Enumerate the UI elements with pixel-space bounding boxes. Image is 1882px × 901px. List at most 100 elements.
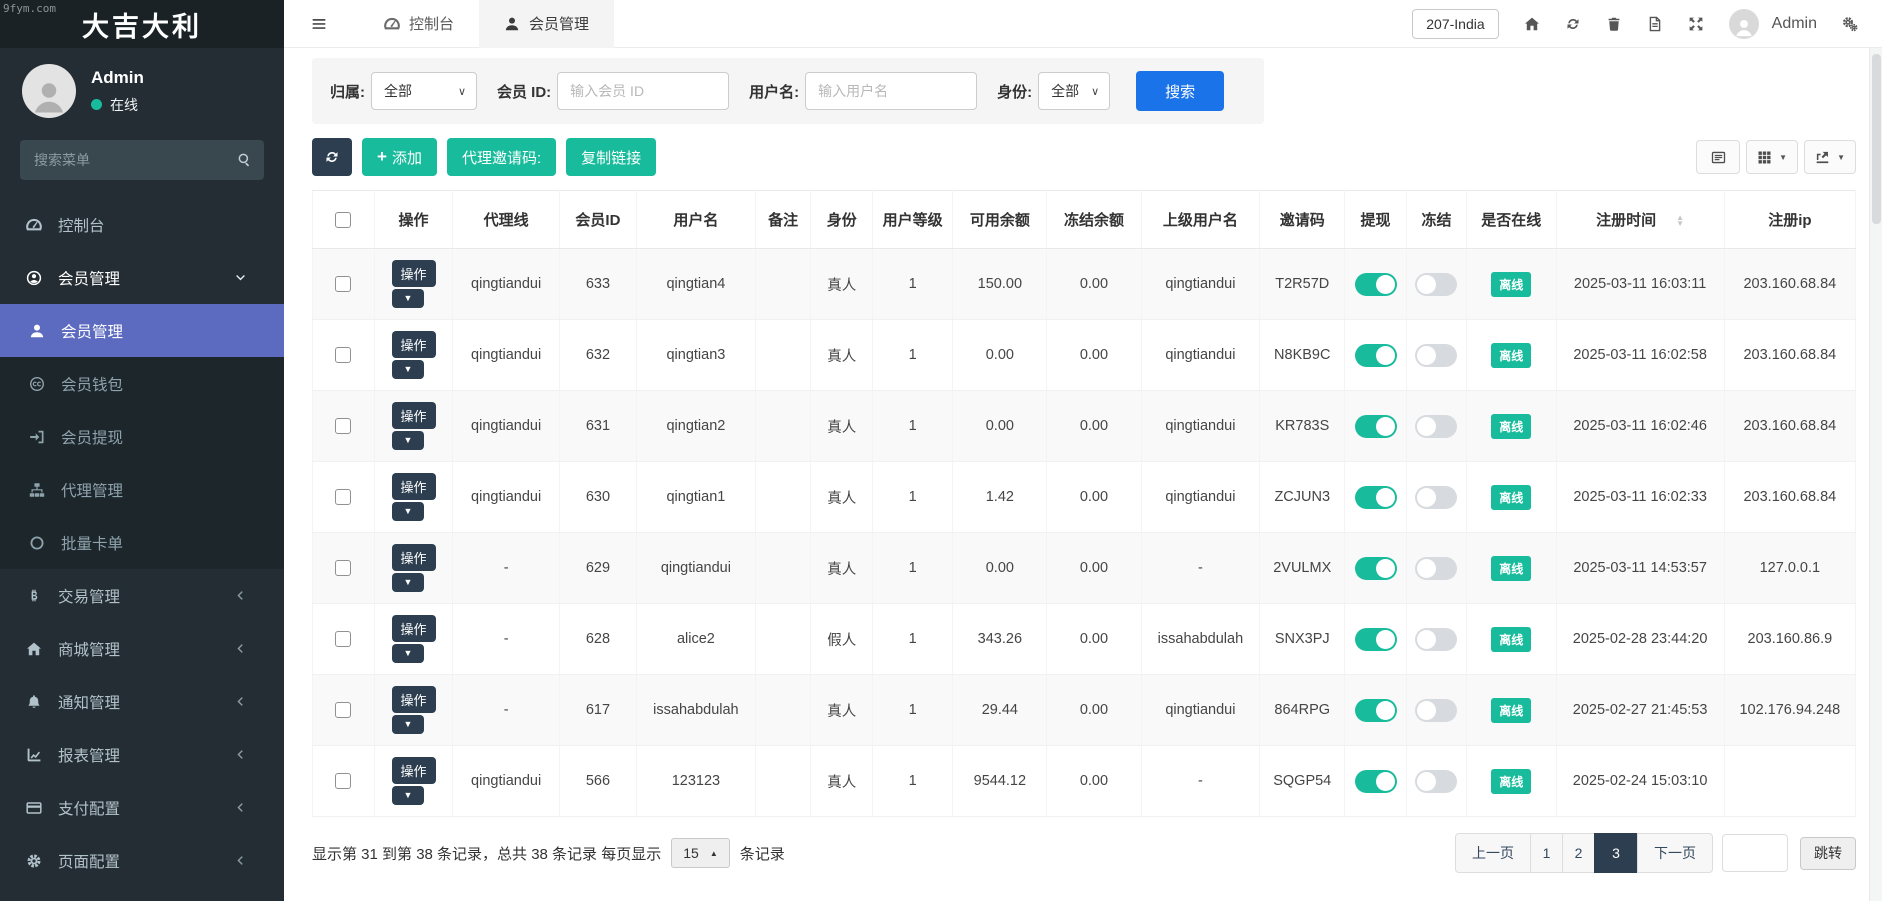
freeze-toggle[interactable] — [1415, 344, 1457, 367]
withdraw-toggle[interactable] — [1355, 415, 1397, 438]
row-action-button[interactable]: 操作 — [392, 402, 436, 429]
refresh-table-button[interactable] — [312, 138, 352, 176]
row-checkbox[interactable] — [335, 276, 351, 292]
settings-cogs-icon[interactable] — [1842, 16, 1858, 32]
freeze-toggle[interactable] — [1415, 415, 1457, 438]
columns-button[interactable]: ▼ — [1746, 140, 1798, 174]
row-action-button[interactable]: 操作 — [392, 331, 436, 358]
copy-link-button[interactable]: 复制链接 — [566, 138, 656, 176]
row-checkbox[interactable] — [335, 773, 351, 789]
sidebar-item-page-config[interactable]: 页面配置 — [0, 834, 284, 887]
next-page-button[interactable]: 下一页 — [1637, 833, 1713, 873]
column-header[interactable]: 冻结 — [1406, 191, 1466, 249]
sidebar-item-member-withdraw[interactable]: 会员提现 — [0, 410, 284, 463]
freeze-toggle[interactable] — [1415, 557, 1457, 580]
row-action-button[interactable]: 操作 — [392, 757, 436, 784]
column-header[interactable]: 注册ip — [1724, 191, 1855, 249]
freeze-toggle[interactable] — [1415, 699, 1457, 722]
column-header[interactable]: 用户等级 — [873, 191, 953, 249]
owner-select[interactable]: 全部 ∨ — [371, 72, 477, 110]
sidebar-item-batch-card-order[interactable]: 批量卡单 — [0, 516, 284, 569]
row-action-caret[interactable]: ▼ — [392, 644, 425, 663]
home-icon[interactable] — [1524, 16, 1540, 32]
column-header[interactable]: 提现 — [1345, 191, 1407, 249]
row-checkbox[interactable] — [335, 418, 351, 434]
row-checkbox[interactable] — [335, 702, 351, 718]
withdraw-toggle[interactable] — [1355, 486, 1397, 509]
sidebar-item-member-manage-group[interactable]: 会员管理 — [0, 251, 284, 304]
column-header[interactable]: 会员ID — [559, 191, 636, 249]
trash-icon[interactable] — [1606, 16, 1622, 32]
page-size-select[interactable]: 15 ▲ — [671, 838, 730, 868]
jump-button[interactable]: 跳转 — [1800, 837, 1856, 870]
region-button[interactable]: 207-India — [1412, 9, 1498, 39]
identity-select[interactable]: 全部 ∨ — [1038, 72, 1110, 110]
column-header[interactable]: 身份 — [811, 191, 873, 249]
row-action-button[interactable]: 操作 — [392, 544, 436, 571]
withdraw-toggle[interactable] — [1355, 344, 1397, 367]
row-action-caret[interactable]: ▼ — [392, 786, 425, 805]
withdraw-toggle[interactable] — [1355, 273, 1397, 296]
row-action-caret[interactable]: ▼ — [392, 573, 425, 592]
freeze-toggle[interactable] — [1415, 273, 1457, 296]
tab-dashboard[interactable]: 控制台 — [359, 0, 479, 48]
column-header[interactable]: 用户名 — [637, 191, 756, 249]
fullscreen-icon[interactable] — [1688, 16, 1704, 32]
row-action-button[interactable]: 操作 — [392, 473, 436, 500]
select-all-checkbox[interactable] — [335, 212, 351, 228]
sidebar-item-dashboard[interactable]: 控制台 — [0, 198, 284, 251]
freeze-toggle[interactable] — [1415, 770, 1457, 793]
language-icon[interactable] — [1647, 16, 1663, 32]
sidebar-item-trade-manage[interactable]: 交易管理 — [0, 569, 284, 622]
column-header[interactable]: 注册时间▲▼ — [1556, 191, 1724, 249]
row-action-caret[interactable]: ▼ — [392, 431, 425, 450]
tab-member-manage[interactable]: 会员管理 — [479, 0, 614, 48]
sidebar-item-payment-config[interactable]: 支付配置 — [0, 781, 284, 834]
search-icon[interactable] — [237, 152, 252, 172]
row-action-button[interactable]: 操作 — [392, 615, 436, 642]
add-member-button[interactable]: +添加 — [362, 138, 437, 176]
member-id-input[interactable] — [557, 72, 729, 110]
refresh-icon[interactable] — [1565, 16, 1581, 32]
freeze-toggle[interactable] — [1415, 486, 1457, 509]
column-header[interactable]: 邀请码 — [1260, 191, 1345, 249]
column-header[interactable]: 备注 — [755, 191, 811, 249]
hamburger-icon[interactable] — [311, 16, 327, 32]
column-header[interactable]: 是否在线 — [1467, 191, 1556, 249]
column-header[interactable]: 操作 — [374, 191, 453, 249]
withdraw-toggle[interactable] — [1355, 557, 1397, 580]
username-input[interactable] — [805, 72, 977, 110]
jump-page-input[interactable] — [1722, 834, 1788, 872]
search-button[interactable]: 搜索 — [1136, 71, 1224, 111]
page-button-2[interactable]: 2 — [1562, 833, 1595, 873]
page-button-1[interactable]: 1 — [1530, 833, 1563, 873]
column-header[interactable]: 可用余额 — [953, 191, 1047, 249]
withdraw-toggle[interactable] — [1355, 699, 1397, 722]
page-button-3[interactable]: 3 — [1594, 833, 1638, 873]
column-header[interactable]: 冻结余额 — [1047, 191, 1141, 249]
row-checkbox[interactable] — [335, 560, 351, 576]
row-action-button[interactable]: 操作 — [392, 260, 436, 287]
sidebar-item-agent-manage[interactable]: 代理管理 — [0, 463, 284, 516]
navbar-avatar[interactable] — [1729, 9, 1759, 39]
row-checkbox[interactable] — [335, 347, 351, 363]
sidebar-item-member-manage[interactable]: 会员管理 — [0, 304, 284, 357]
agent-invite-code-button[interactable]: 代理邀请码: — [447, 138, 556, 176]
column-header[interactable]: 上级用户名 — [1141, 191, 1260, 249]
row-action-button[interactable]: 操作 — [392, 686, 436, 713]
row-checkbox[interactable] — [335, 631, 351, 647]
withdraw-toggle[interactable] — [1355, 770, 1397, 793]
column-header[interactable]: 代理线 — [453, 191, 559, 249]
sidebar-item-mall-manage[interactable]: 商城管理 — [0, 622, 284, 675]
sidebar-item-report-manage[interactable]: 报表管理 — [0, 728, 284, 781]
row-action-caret[interactable]: ▼ — [392, 360, 425, 379]
menu-search-input[interactable] — [20, 140, 264, 180]
row-action-caret[interactable]: ▼ — [392, 289, 425, 308]
prev-page-button[interactable]: 上一页 — [1455, 833, 1531, 873]
row-action-caret[interactable]: ▼ — [392, 502, 425, 521]
withdraw-toggle[interactable] — [1355, 628, 1397, 651]
sort-icon[interactable]: ▲▼ — [1676, 215, 1684, 227]
sidebar-item-notice-manage[interactable]: 通知管理 — [0, 675, 284, 728]
sidebar-item-member-wallet[interactable]: 会员钱包 — [0, 357, 284, 410]
detail-view-button[interactable] — [1696, 140, 1740, 174]
